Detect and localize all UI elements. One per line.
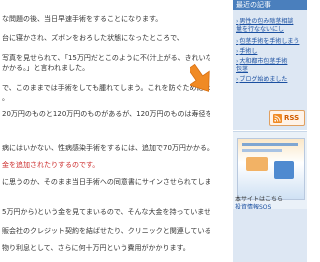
recent-article-link[interactable]: ›大和都市包茎手術 <box>236 58 287 66</box>
rss-button[interactable]: RSS <box>269 110 305 126</box>
rss-label: RSS <box>284 114 300 122</box>
article-line: 20万円のものと120万円のものがあるが、120万円のものは寿径を持て <box>2 110 210 118</box>
recent-articles-panel: 最近の記事 ›男性の包み陰茎相談 量を行なないにし ›包茎手術を手術しまう ›手… <box>233 0 307 130</box>
article-line: な問題の後、当日早速手術をすることになります。 <box>2 15 163 23</box>
article-line: 。 <box>2 94 9 102</box>
article-line: に思うのか、そのまま当日手術への同意書にサインさせられてしまうことにな <box>2 178 210 186</box>
rss-icon <box>273 114 282 123</box>
recent-articles-header: 最近の記事 <box>233 0 307 10</box>
recent-article-link[interactable]: ›ブログ始めました <box>236 76 287 84</box>
banner-ad[interactable]: 本サイトはこちら 投資情報SOS <box>233 131 307 211</box>
article-line: かかる。」と言われました。 <box>2 64 90 72</box>
article-line: 台に寝かされ、ズボンをおろした状態になったところで、 <box>2 34 184 42</box>
article-line: 5万円から)という金を見てまいるので、そんな大金を持っていません。 <box>2 208 210 216</box>
banner-caption: 本サイトはこちら <box>235 196 284 203</box>
article-line: 販会社のクレジット契約を結ばせたり、クリニックと関連している貸金業者から <box>2 227 210 235</box>
recent-articles-title: 最近の記事 <box>236 1 271 9</box>
recent-article-link[interactable]: ›包茎手術を手術しまう <box>236 38 299 46</box>
article-line-highlight: 金を追加されたりするのです。 <box>2 161 100 169</box>
article-body: な問題の後、当日早速手術をすることになります。 台に寝かされ、ズボンをおろした状… <box>0 0 210 262</box>
banner-image[interactable] <box>237 138 305 200</box>
article-line: 病にはいかない、性病感染手術をするには、追加で70万円かかる。」とか <box>2 144 210 152</box>
article-line: 物り利息として、さらに何十万円という費用がかかります。 <box>2 244 190 252</box>
recent-article-link[interactable]: 包茎 <box>236 66 248 74</box>
recent-article-link[interactable]: ›手術し <box>236 48 257 56</box>
recent-article-link[interactable]: ›男性の包み陰茎相談 <box>236 18 293 26</box>
sidebar-bottom-panel <box>233 209 307 262</box>
article-line: で、このままでは手術をしても腫れてしまう。これを防ぐためにはコラーゲ <box>2 84 210 92</box>
sidebar: 最近の記事 ›男性の包み陰茎相談 量を行なないにし ›包茎手術を手術しまう ›手… <box>211 0 307 262</box>
recent-article-link[interactable]: 量を行なないにし <box>236 26 284 34</box>
article-line: 写真を見せられて、「15万円だとこのように不(汁上がる、きれいな仕上がりに <box>2 54 210 62</box>
